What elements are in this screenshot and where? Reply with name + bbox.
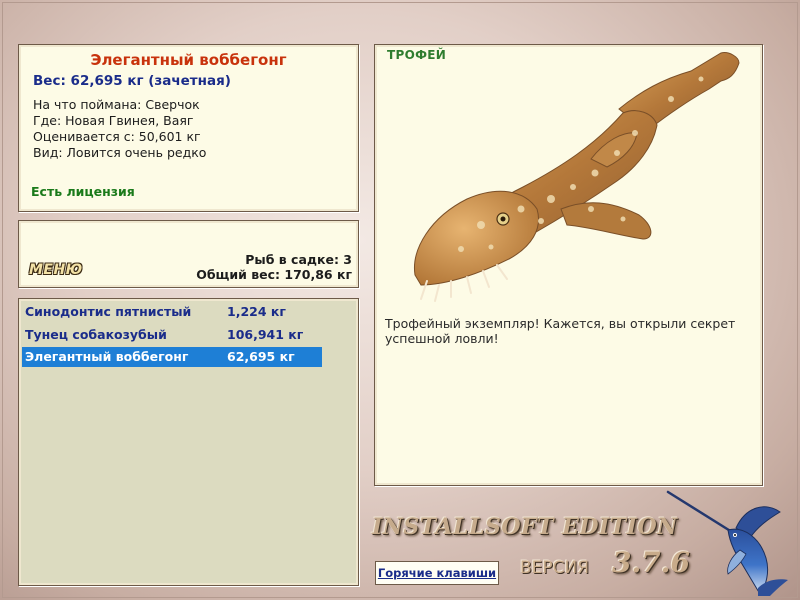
fish-details: На что поймана: Сверчок Где: Новая Гвине… xyxy=(33,97,206,161)
fish-name: Элегантный воббегонг xyxy=(90,51,287,69)
catch-name: Тунец собакозубый xyxy=(25,327,167,342)
trophy-badge: ТРОФЕЙ xyxy=(387,48,447,62)
catch-weight: 1,224 кг xyxy=(227,304,286,319)
wobbegong-image xyxy=(413,52,740,302)
license-status: Есть лицензия xyxy=(31,184,135,199)
catch-name: Синодонтис пятнистый xyxy=(25,304,192,319)
menu-button[interactable]: МЕНЮ xyxy=(29,262,83,278)
trophy-panel: ТРОФЕЙ Трофейный экземпляр! Кажется, вы … xyxy=(374,44,763,486)
version-label: ВЕРСИЯ xyxy=(520,558,590,578)
keepnet-summary: Рыб в садке: 3 Общий вес: 170,86 кг xyxy=(196,252,352,282)
hotkeys-link[interactable]: Горячие клавиши xyxy=(375,561,499,585)
catch-name: Элегантный воббегонг xyxy=(25,349,189,364)
marlin-logo xyxy=(666,490,788,596)
catch-list-item[interactable]: Тунец собакозубый 106,941 кг xyxy=(22,325,322,345)
fish-info-panel: Элегантный воббегонг Вес: 62,695 кг (зач… xyxy=(18,44,359,212)
trophy-description: Трофейный экземпляр! Кажется, вы открыли… xyxy=(385,316,736,346)
edition-title: INSTALLSOFT EDITION xyxy=(372,514,678,540)
catch-weight: 106,941 кг xyxy=(227,327,304,342)
catch-list-item[interactable]: Синодонтис пятнистый 1,224 кг xyxy=(22,302,322,322)
location-info: Где: Новая Гвинея, Ваяг xyxy=(33,113,194,128)
keepnet-total-weight: Общий вес: 170,86 кг xyxy=(196,267,352,282)
fish-weight: Вес: 62,695 кг (зачетная) xyxy=(33,73,231,89)
keepnet-count: Рыб в садке: 3 xyxy=(245,252,352,267)
rarity-info: Вид: Ловится очень редко xyxy=(33,145,207,160)
catch-list-item-selected[interactable]: Элегантный воббегонг 62,695 кг xyxy=(22,347,322,367)
bait-info: На что поймана: Сверчок xyxy=(33,97,200,112)
keepnet-panel: МЕНЮ Рыб в садке: 3 Общий вес: 170,86 кг xyxy=(18,220,359,288)
catch-list: Синодонтис пятнистый 1,224 кг Тунец соба… xyxy=(18,298,359,586)
catch-weight: 62,695 кг xyxy=(227,349,295,364)
valued-from-info: Оценивается с: 50,601 кг xyxy=(33,129,201,144)
